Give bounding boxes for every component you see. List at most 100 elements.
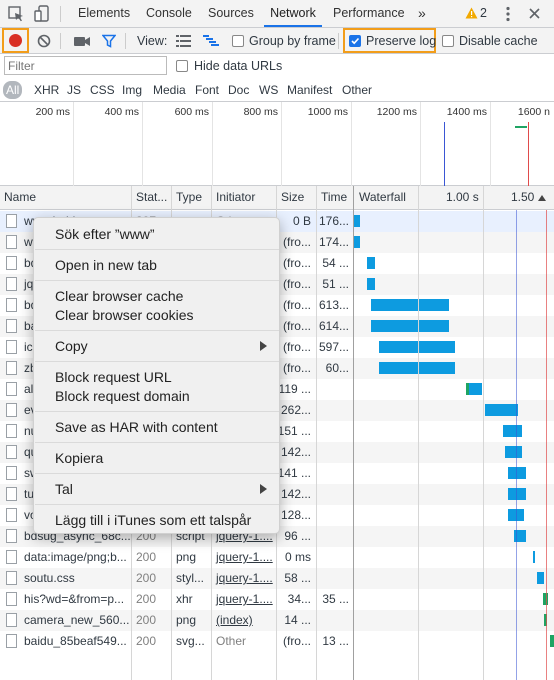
type-doc[interactable]: Doc — [228, 83, 249, 97]
table-row[interactable]: soutu.css 200 styl... jquery-1.... 58 ... — [0, 568, 554, 589]
cell-status: 200 — [136, 571, 157, 585]
overview-tick: 1600 n — [517, 106, 550, 118]
record-button-icon[interactable] — [9, 34, 22, 47]
dom-content-loaded-line — [444, 122, 445, 186]
overview-icon[interactable] — [203, 35, 219, 50]
table-row[interactable]: data:image/png;b... 200 png jquery-1.... 0 m… — [0, 547, 554, 568]
cell-time: 54 ... — [322, 256, 349, 270]
cell-size: (fro... — [282, 256, 311, 270]
type-js[interactable]: JS — [67, 83, 81, 97]
filter-icon[interactable] — [101, 34, 117, 51]
table-row[interactable]: camera_new_560... 200 png (index) 14 ... — [0, 610, 554, 631]
filter-input[interactable] — [4, 56, 167, 75]
tab-console[interactable]: Console — [146, 0, 192, 27]
cell-type: png — [176, 550, 197, 564]
cell-time — [317, 610, 353, 631]
file-icon — [6, 592, 17, 606]
warnings-count[interactable]: 2 — [480, 6, 487, 20]
cell-name: baidu_85beaf549... — [24, 634, 127, 648]
cell-time: 35 ... — [322, 592, 349, 606]
col-initiator[interactable]: Initiator — [212, 186, 255, 209]
type-img[interactable]: Img — [122, 83, 142, 97]
cell-time — [317, 400, 353, 421]
waterfall-bar — [367, 278, 375, 290]
cell-size: 0 B — [292, 214, 311, 228]
cell-time: 51 ... — [322, 277, 349, 291]
warning-icon[interactable] — [465, 7, 478, 22]
col-type[interactable]: Type — [172, 186, 202, 209]
file-icon — [6, 256, 17, 270]
type-ws[interactable]: WS — [259, 83, 278, 97]
disable-cache-checkbox[interactable] — [442, 35, 454, 47]
tab-sources[interactable]: Sources — [208, 0, 254, 27]
menu-kebab-icon[interactable] — [506, 6, 510, 25]
type-font[interactable]: Font — [195, 83, 219, 97]
cell-size: 0 ms — [284, 550, 311, 564]
device-toggle-icon[interactable] — [34, 5, 50, 23]
more-tabs-button[interactable]: » — [418, 0, 426, 27]
waterfall-bar — [505, 446, 522, 458]
col-size[interactable]: Size — [277, 186, 304, 209]
context-menu: Sök efter ”www” Open in new tab Clear br… — [33, 217, 280, 534]
sort-ascending-icon[interactable] — [538, 195, 546, 201]
devtools-tabbar: Elements Console Sources Network Perform… — [0, 0, 554, 28]
col-time[interactable]: Time — [317, 186, 347, 209]
col-status[interactable]: Stat... — [132, 186, 167, 209]
table-row[interactable]: his?wd=&from=p... 200 xhr jquery-1.... 34...… — [0, 589, 554, 610]
type-media[interactable]: Media — [153, 83, 186, 97]
tab-performance[interactable]: Performance — [333, 0, 405, 27]
cell-size: (fro... — [282, 361, 311, 375]
type-css[interactable]: CSS — [90, 83, 115, 97]
camera-icon[interactable] — [74, 36, 90, 50]
menu-copy[interactable]: Copy — [55, 337, 88, 356]
network-overview[interactable]: 200 ms 400 ms 600 ms 800 ms 1000 ms 1200… — [0, 102, 554, 186]
type-xhr[interactable]: XHR — [34, 83, 59, 97]
menu-block-domain[interactable]: Block request domain — [55, 387, 190, 406]
cell-name: his?wd=&from=p... — [24, 592, 125, 606]
cell-time — [317, 505, 353, 526]
cell-time — [317, 568, 353, 589]
preserve-log-checkbox[interactable] — [349, 35, 361, 47]
tab-network[interactable]: Network — [264, 0, 322, 27]
inspect-icon[interactable] — [8, 6, 24, 22]
file-icon — [6, 340, 17, 354]
menu-tal[interactable]: Tal — [55, 480, 73, 499]
menu-kopiera[interactable]: Kopiera — [55, 449, 103, 468]
waterfall-bar — [508, 488, 526, 500]
col-name[interactable]: Name — [0, 186, 36, 209]
file-icon — [6, 424, 17, 438]
menu-search-www[interactable]: Sök efter ”www” — [55, 225, 155, 244]
group-by-frame-checkbox[interactable] — [232, 35, 244, 47]
cell-time — [317, 526, 353, 547]
menu-open-new-tab[interactable]: Open in new tab — [55, 256, 157, 275]
cell-time — [317, 379, 353, 400]
tab-elements[interactable]: Elements — [78, 0, 130, 27]
cell-time: 60... — [325, 361, 349, 375]
table-row[interactable]: baidu_85beaf549... 200 svg... Other (fro... 1… — [0, 631, 554, 652]
cell-size: 262... — [280, 403, 311, 417]
waterfall-bar — [379, 341, 455, 353]
close-devtools-icon[interactable] — [529, 8, 540, 22]
clear-icon[interactable] — [37, 34, 51, 51]
menu-itunes-speech[interactable]: Lägg till i iTunes som ett talspår — [55, 511, 251, 530]
cell-initiator: jquery-1.... — [216, 571, 273, 585]
hide-data-urls-label: Hide data URLs — [194, 59, 283, 73]
waterfall-bar — [537, 572, 544, 584]
cell-size: 151 ... — [277, 424, 311, 438]
menu-block-url[interactable]: Block request URL — [55, 368, 172, 387]
type-all[interactable]: All — [3, 81, 23, 99]
hide-data-urls-checkbox[interactable] — [176, 60, 188, 72]
network-toolbar: View: Group by frame Preserve log Disabl… — [0, 28, 554, 54]
cell-type: styl... — [176, 571, 205, 585]
cell-status: 200 — [136, 634, 157, 648]
type-manifest[interactable]: Manifest — [287, 83, 332, 97]
waterfall-bar — [550, 635, 554, 647]
menu-save-har[interactable]: Save as HAR with content — [55, 418, 218, 437]
type-other[interactable]: Other — [342, 83, 372, 97]
file-icon — [6, 214, 17, 228]
col-waterfall[interactable]: Waterfall — [355, 186, 406, 209]
large-rows-icon[interactable] — [176, 35, 191, 50]
group-by-frame-label: Group by frame — [249, 34, 336, 48]
menu-clear-cookies[interactable]: Clear browser cookies — [55, 306, 194, 325]
menu-clear-cache[interactable]: Clear browser cache — [55, 287, 183, 306]
